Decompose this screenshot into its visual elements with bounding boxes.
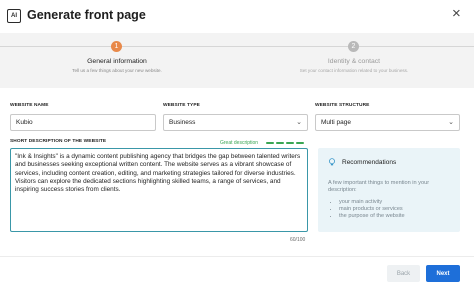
- website-type-value: Business: [169, 119, 196, 126]
- list-item: your main activity: [339, 199, 405, 206]
- recommendations-list: your main activity main products or serv…: [332, 199, 405, 219]
- description-textarea[interactable]: "Ink & Insights" is a dynamic content pu…: [10, 148, 308, 232]
- close-icon[interactable]: ×: [452, 6, 461, 21]
- step-2-subtitle: Set your contact information related to …: [299, 68, 409, 73]
- website-name-input[interactable]: Kubio: [10, 114, 156, 131]
- step-1-subtitle: Tell us a few things about your new webs…: [72, 68, 162, 73]
- description-quality-label: Great description: [220, 140, 259, 146]
- quality-meter-segment: [276, 142, 284, 144]
- lightbulb-icon: [329, 158, 335, 166]
- recommendations-text: A few important things to mention in you…: [328, 180, 430, 193]
- recommendations-title: Recommendations: [342, 159, 397, 166]
- quality-meter-segment: [286, 142, 294, 144]
- footer-divider: [0, 256, 474, 257]
- chevron-down-icon: ⌄: [448, 119, 454, 126]
- list-item: the purpose of the website: [339, 213, 405, 220]
- stepper-line: [0, 46, 111, 47]
- website-name-value: Kubio: [16, 119, 33, 126]
- list-item: main products or services: [339, 206, 405, 213]
- website-structure-select[interactable]: Multi page ⌄: [315, 114, 460, 131]
- step-2-title: Identity & contact: [327, 58, 381, 65]
- quality-meter-segment: [266, 142, 274, 144]
- chevron-down-icon: ⌄: [296, 119, 302, 126]
- step-1-number: 1: [111, 41, 122, 52]
- stepper: 1 General information Tell us a few thin…: [0, 33, 474, 88]
- description-char-counter: 60/100: [290, 237, 306, 243]
- ai-logo-icon: AI: [7, 9, 21, 23]
- step-1-title: General information: [87, 58, 147, 65]
- dialog-header: AI Generate front page ×: [0, 0, 474, 32]
- website-type-select[interactable]: Business ⌄: [163, 114, 308, 131]
- stepper-line: [359, 46, 474, 47]
- quality-meter-segment: [296, 142, 304, 144]
- next-button[interactable]: Next: [426, 265, 460, 282]
- back-button[interactable]: Back: [387, 265, 420, 282]
- website-structure-value: Multi page: [321, 119, 351, 126]
- stepper-line: [122, 46, 348, 47]
- dialog-title: Generate front page: [27, 8, 146, 22]
- website-structure-label: WEBSITE STRUCTURE: [315, 103, 370, 108]
- recommendations-panel: Recommendations A few important things t…: [318, 148, 460, 232]
- website-name-label: WEBSITE NAME: [10, 103, 49, 108]
- description-label: SHORT DESCRIPTION OF THE WEBSITE: [10, 139, 107, 144]
- website-type-label: WEBSITE TYPE: [163, 103, 200, 108]
- step-2-number: 2: [348, 41, 359, 52]
